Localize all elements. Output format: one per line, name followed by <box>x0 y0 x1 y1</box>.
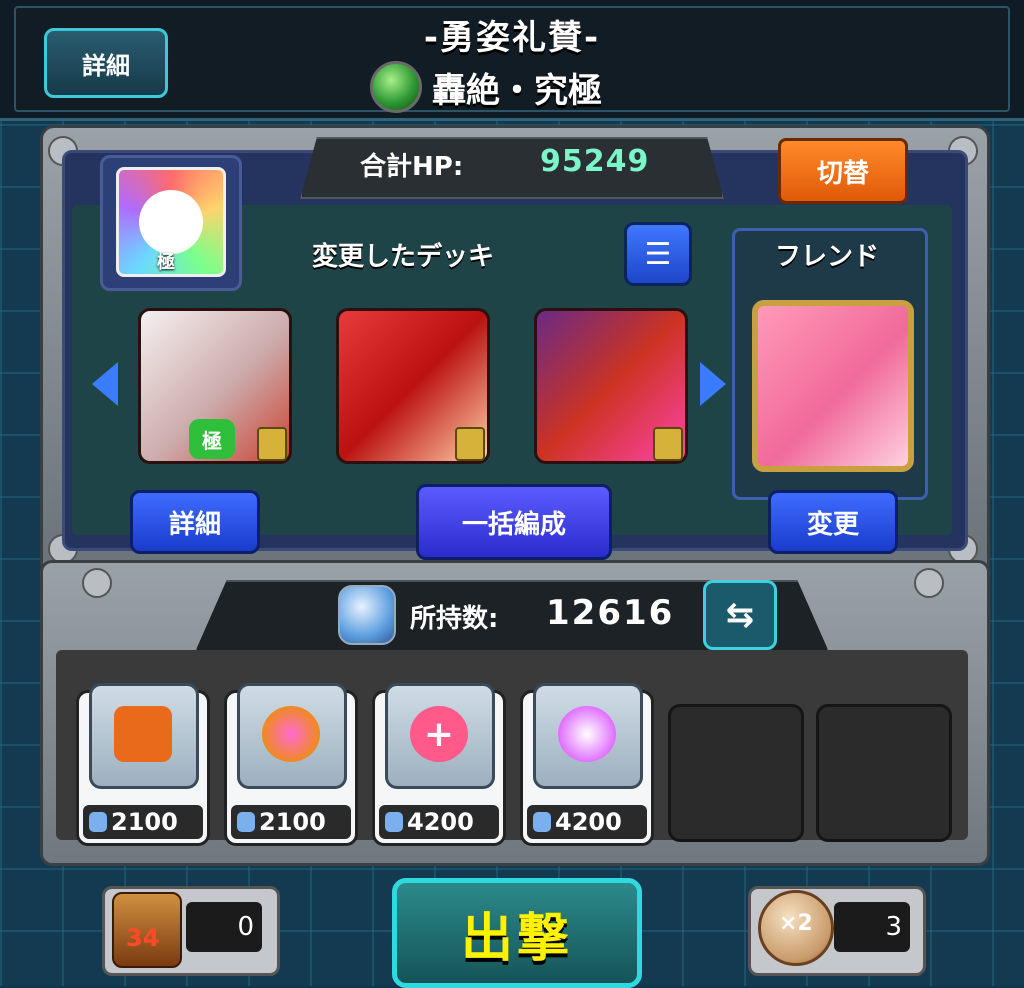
list-icon[interactable]: ☰ <box>624 222 692 286</box>
deck-unit-3[interactable] <box>534 308 688 464</box>
sparkle-orb-icon <box>533 683 643 789</box>
item-price: 4200 <box>527 805 647 839</box>
item-price-value: 2100 <box>111 808 178 836</box>
friend-change-button[interactable]: 変更 <box>768 490 898 554</box>
heart-glyph: + <box>410 706 468 762</box>
orb-icon <box>385 812 403 832</box>
quest-title: -勇姿礼賛- <box>423 18 601 58</box>
leader-badge: 極 <box>157 252 175 273</box>
boost-count: 3 <box>834 902 910 952</box>
bunny-face <box>139 190 203 254</box>
dice-count: 0 <box>186 902 262 952</box>
boost-label: ×2 <box>779 911 813 936</box>
lock-icon <box>257 427 287 461</box>
item-slot-3[interactable]: + 4200 <box>372 683 506 846</box>
scroll-right-arrow-icon[interactable] <box>700 362 726 406</box>
swap-icon[interactable]: ⇆ <box>703 580 777 650</box>
treasure-chest-icon <box>89 683 199 789</box>
scroll-left-arrow-icon[interactable] <box>92 362 118 406</box>
deck-unit-2[interactable] <box>336 308 490 464</box>
empty-item-slot <box>668 704 804 842</box>
chest-glyph <box>114 706 172 762</box>
item-price-value: 4200 <box>555 808 622 836</box>
item-price: 4200 <box>379 805 499 839</box>
dice-icon: 34 <box>112 892 182 968</box>
orb-icon <box>237 812 255 832</box>
lock-icon <box>653 427 683 461</box>
total-hp-label: 合計HP: <box>360 152 464 182</box>
item-price: 2100 <box>231 805 351 839</box>
empty-item-slot <box>816 704 952 842</box>
switch-button[interactable]: 切替 <box>778 138 908 204</box>
sparkle-glyph <box>558 706 616 762</box>
orb-currency-icon <box>338 585 396 645</box>
item-slot-4[interactable]: 4200 <box>520 683 654 846</box>
screw-icon <box>82 568 112 598</box>
lock-icon <box>455 427 485 461</box>
orb-icon <box>533 812 551 832</box>
item-price-value: 2100 <box>259 808 326 836</box>
boost-coin-icon: ×2 <box>758 890 834 966</box>
item-price-value: 4200 <box>407 808 474 836</box>
owned-label: 所持数: <box>410 604 499 634</box>
total-hp-value: 95249 <box>540 144 650 179</box>
unit-1-badge: 極 <box>189 419 235 459</box>
deck-unit-1[interactable]: 極 <box>138 308 292 464</box>
quest-difficulty: 轟絶・究極 <box>432 70 602 111</box>
orb-speed-icon <box>237 683 347 789</box>
deck-name: 変更したデッキ <box>312 242 495 272</box>
unit-detail-button[interactable]: 詳細 <box>130 490 260 554</box>
orb-icon <box>89 812 107 832</box>
speed-glyph <box>262 706 320 762</box>
item-slot-2[interactable]: 2100 <box>224 683 358 846</box>
leader-bunny-icon[interactable]: 極 <box>116 167 226 277</box>
heart-heal-icon: + <box>385 683 495 789</box>
friend-unit[interactable] <box>752 300 914 472</box>
owned-value: 12616 <box>546 593 675 633</box>
item-slot-1[interactable]: 2100 <box>76 683 210 846</box>
item-price: 2100 <box>83 805 203 839</box>
quest-subtitle-row: 轟絶・究極 <box>370 61 690 113</box>
bulk-organize-button[interactable]: 一括編成 <box>416 484 612 560</box>
dice-faces: 34 <box>126 924 160 952</box>
wood-element-icon <box>370 61 422 113</box>
sortie-button[interactable]: 出撃 <box>392 878 642 988</box>
screw-icon <box>914 568 944 598</box>
friend-label: フレンド <box>774 242 879 272</box>
